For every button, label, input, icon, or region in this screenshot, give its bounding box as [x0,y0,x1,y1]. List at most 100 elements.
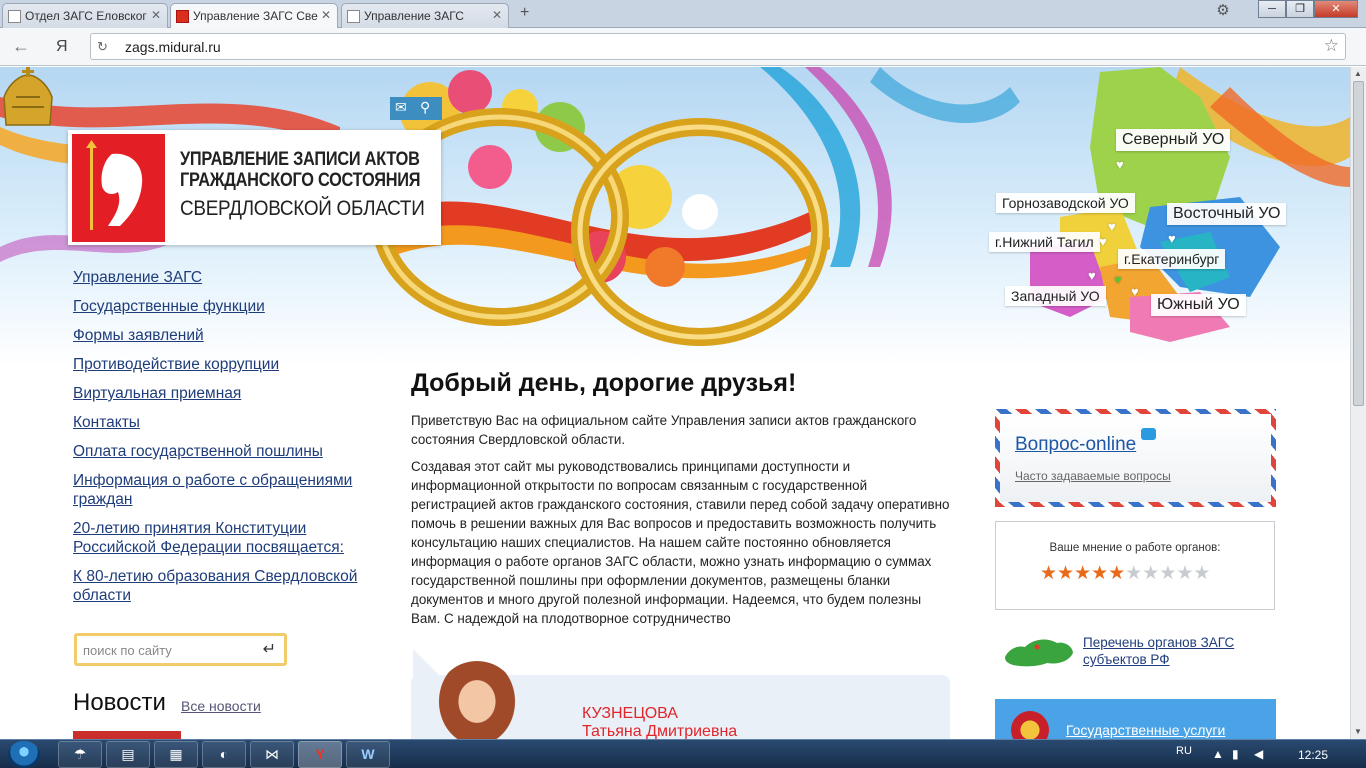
yandex-browser-icon[interactable]: Y [298,741,342,768]
rating-stars[interactable]: ★★★★★★★★★★ [1040,562,1210,585]
calculator-icon[interactable]: ▦ [154,741,198,768]
star-icon[interactable]: ★ [1193,563,1210,584]
heart-marker-icon[interactable]: ♥ [1131,284,1139,299]
heart-marker-icon[interactable]: ♥ [1168,231,1176,246]
mail-icon[interactable]: ✉ [395,99,407,116]
quote-tail [413,649,441,677]
star-icon[interactable]: ★ [1108,563,1125,584]
tab-label: Управление ЗАГС [364,9,464,23]
bookmark-star-icon[interactable]: ☆ [1324,36,1339,56]
heart-marker-icon[interactable]: ♥ [1116,157,1124,172]
system-tray: RU ▲ ▮ ◀ 12:25 [1170,740,1366,768]
back-arrow-icon[interactable]: ← [12,36,30,57]
volume-icon[interactable]: ◀ [1254,747,1263,761]
folder-icon[interactable]: ▤ [106,741,150,768]
nav-link-region-anniversary[interactable]: К 80-летию образования Свердловской обла… [73,567,373,605]
news-heading: Новости [73,689,166,716]
maximize-button[interactable]: ❐ [1286,0,1314,18]
gov-services-banner[interactable]: Государственные услуги [995,699,1276,739]
star-icon[interactable]: ★ [1091,563,1108,584]
search-icon[interactable]: ⚲ [420,99,430,116]
nav-link-citizen-appeals[interactable]: Информация о работе с обращениями гражда… [73,471,373,509]
close-icon[interactable]: ✕ [321,8,331,22]
yandex-icon[interactable]: Я [56,38,68,56]
page-scrollbar[interactable]: ▲ ▼ [1350,67,1366,739]
star-icon[interactable]: ★ [1125,563,1142,584]
logo-title-line-1: УПРАВЛЕНИЕ ЗАПИСИ АКТОВ [180,149,420,170]
search-input[interactable] [83,641,253,659]
russia-map-icon [1005,639,1073,667]
enter-icon[interactable]: ↵ [263,639,276,659]
close-window-button[interactable]: ✕ [1314,0,1358,18]
nav-link-anti-corruption[interactable]: Противодействие коррупции [73,355,373,374]
nav-link-state-duty-payment[interactable]: Оплата государственной пошлины [73,442,373,461]
heart-marker-icon[interactable]: ♥ [1108,219,1116,234]
heart-marker-icon[interactable]: ♥ [1114,272,1122,287]
start-button[interactable] [8,741,40,768]
head-surname: КУЗНЕЦОВА [582,705,678,722]
news-date-badge [73,731,181,739]
about-paragraph: Создавая этот сайт мы руководствовались … [411,459,950,626]
browser-toolbar: ← Я ↻ zags.midural.ru ☆ [0,28,1366,66]
site-search: ↵ [74,633,287,666]
star-icon[interactable]: ★ [1176,563,1193,584]
chat-bubble-icon [1141,428,1156,440]
media-player-icon[interactable]: ◐ [202,741,246,768]
taskbar-app-1-icon[interactable]: ☂ [58,741,102,768]
gov-services-link[interactable]: Государственные услуги [1066,722,1225,738]
nav-link-zags[interactable]: Управление ЗАГС [73,268,373,287]
language-indicator[interactable]: RU [1176,745,1192,757]
nav-link-virtual-reception[interactable]: Виртуальная приемная [73,384,373,403]
map-label-west[interactable]: Западный УО [1005,286,1106,306]
page-favicon-icon [8,10,21,23]
scroll-thumb[interactable] [1353,81,1364,406]
star-icon[interactable]: ★ [1057,563,1074,584]
nav-link-constitution-anniversary[interactable]: 20-летию принятия Конституции Российской… [73,519,373,557]
map-label-north[interactable]: Северный УО [1116,129,1231,151]
new-tab-button[interactable]: + [520,4,529,22]
map-label-east[interactable]: Восточный УО [1167,203,1287,225]
heart-marker-icon[interactable]: ♥ [1099,234,1107,249]
tab-zags[interactable]: Управление ЗАГС ✕ [341,3,509,28]
map-label-ekaterinburg[interactable]: г.Екатеринбург [1118,249,1226,269]
network-icon[interactable]: ▮ [1232,747,1239,761]
scroll-down-arrow-icon[interactable]: ▼ [1354,727,1362,736]
scroll-up-arrow-icon[interactable]: ▲ [1354,69,1362,78]
question-online-link[interactable]: Вопрос-online [1015,434,1136,456]
map-label-gornozavodskoy[interactable]: Горнозаводской УО [996,193,1135,213]
gear-icon[interactable]: ⚙ [1210,1,1236,21]
reload-icon[interactable]: ↻ [97,39,108,55]
close-icon[interactable]: ✕ [492,8,502,22]
star-icon[interactable]: ★ [1142,563,1159,584]
nav-link-state-functions[interactable]: Государственные функции [73,297,373,316]
star-icon[interactable]: ★ [1040,563,1057,584]
faq-link[interactable]: Часто задаваемые вопросы [1015,469,1171,483]
head-name: КУЗНЕЦОВА Татьяна Дмитриевна [582,705,737,739]
nav-link-contacts[interactable]: Контакты [73,413,373,432]
tab-elovsky[interactable]: Отдел ЗАГС Еловског ✕ [2,3,168,28]
star-icon[interactable]: ★ [1074,563,1091,584]
nav-link-application-forms[interactable]: Формы заявлений [73,326,373,345]
map-label-south[interactable]: Южный УО [1151,294,1246,316]
map-label-nizhny-tagil[interactable]: г.Нижний Тагил [989,232,1100,252]
tab-zags-sverdlovsk[interactable]: Управление ЗАГС Све ✕ [170,3,338,29]
welcome-paragraph: Приветствую Вас на официальном сайте Упр… [411,413,917,447]
crown-emblem-icon [3,67,53,126]
url-text: zags.midural.ru [125,39,221,55]
visual-studio-icon[interactable]: ⋈ [250,741,294,768]
word-icon[interactable]: W [346,741,390,768]
minimize-button[interactable]: ─ [1258,0,1286,18]
heart-marker-icon[interactable]: ♥ [1088,268,1096,283]
head-given-name: Татьяна Дмитриевна [582,723,738,739]
zags-registry-link[interactable]: Перечень органов ЗАГС субъектов РФ [1083,634,1258,668]
rating-widget: Ваше мнение о работе органов: ★★★★★★★★★★ [995,521,1275,610]
star-icon[interactable]: ★ [1159,563,1176,584]
clock[interactable]: 12:25 [1298,748,1328,762]
all-news-link[interactable]: Все новости [181,698,261,714]
address-bar[interactable]: ↻ zags.midural.ru ☆ [90,33,1346,60]
tray-arrow-icon[interactable]: ▲ [1212,747,1224,761]
tab-bar: Отдел ЗАГС Еловског ✕ Управление ЗАГС Св… [0,0,1366,29]
page-title: Добрый день, дорогие друзья! [411,369,797,397]
close-icon[interactable]: ✕ [151,8,161,22]
question-online-widget: Вопрос-online Часто задаваемые вопросы [995,409,1276,507]
